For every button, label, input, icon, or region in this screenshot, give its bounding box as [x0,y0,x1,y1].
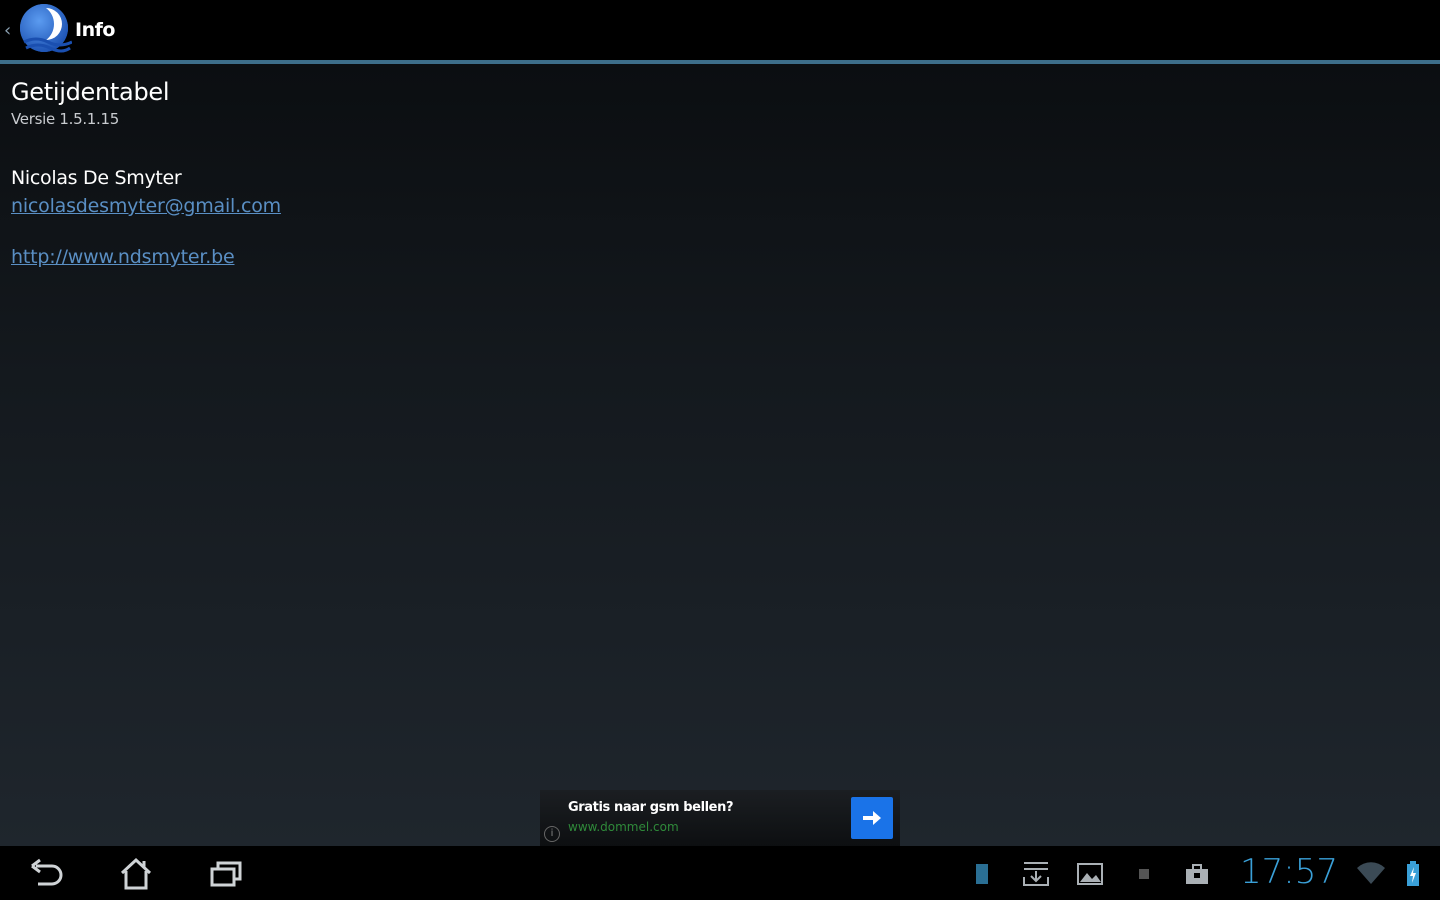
about-content: Getijdentabel Versie 1.5.1.15 Nicolas De… [0,64,1440,846]
clock[interactable]: 17:57 [1240,852,1338,892]
back-icon [31,858,63,886]
download-icon [1021,860,1051,888]
gallery-icon [1075,860,1105,888]
home-button[interactable] [112,854,160,894]
back-button[interactable] [22,854,70,894]
sd-card-icon [967,860,997,888]
email-link[interactable]: nicolasdesmyter@gmail.com [11,195,281,217]
notification-icon [1129,860,1159,888]
website-link[interactable]: http://www.ndsmyter.be [11,246,235,268]
wifi-icon [1356,860,1386,888]
app-version: Versie 1.5.1.15 [11,110,119,128]
arrow-right-icon [863,811,881,825]
system-bar: 17:57 [0,846,1440,900]
recent-apps-icon [210,861,242,887]
ad-info-icon[interactable]: i [544,826,560,842]
home-icon [120,857,152,890]
ad-banner[interactable]: Gratis naar gsm bellen? www.dommel.com i [540,790,900,846]
app-logo-icon [20,4,72,53]
up-caret-icon: ‹ [4,19,12,41]
author-name: Nicolas De Smyter [11,167,182,189]
ad-url: www.dommel.com [568,820,679,834]
ad-headline: Gratis naar gsm bellen? [568,800,734,815]
ad-go-button[interactable] [851,797,893,839]
up-navigation-button[interactable]: ‹ [0,0,72,60]
briefcase-icon [1182,860,1212,888]
battery-charging-icon [1398,860,1428,888]
recent-apps-button[interactable] [202,854,250,894]
action-bar: ‹ Info [0,0,1440,60]
screen: ‹ Info Getijdentabel Versie 1.5.1.15 Nic… [0,0,1440,900]
app-name: Getijdentabel [11,78,170,106]
action-bar-title: Info [75,19,115,41]
